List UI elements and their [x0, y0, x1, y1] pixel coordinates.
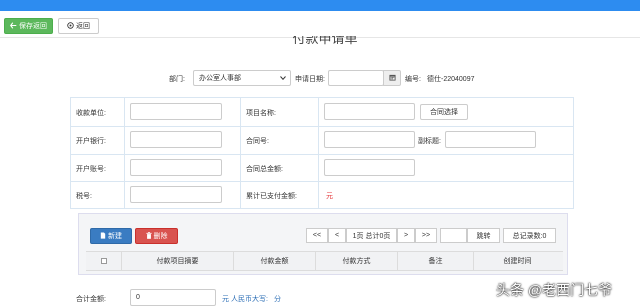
- paid-total-value: 元: [326, 193, 333, 200]
- grid-header-row: 付款项目摘要 付款金额 付款方式 备注 创建时间: [86, 251, 563, 271]
- project-label: 项目名称:: [246, 110, 276, 117]
- rmb-value: 分: [274, 296, 281, 303]
- column-header: 付款项目摘要: [122, 252, 234, 270]
- contract-no-label: 合同号:: [246, 138, 269, 145]
- circle-back-icon: [67, 21, 74, 31]
- pager-first-button[interactable]: <<: [306, 228, 328, 243]
- paid-total-label: 累计已支付金额:: [246, 193, 297, 200]
- pager-info: 1页 总计0页: [346, 228, 397, 243]
- dept-select-value: 办公室人事部: [199, 75, 241, 82]
- column-header: 付款方式: [316, 252, 398, 270]
- account-label: 开户账号:: [76, 166, 106, 173]
- tax-label: 税号:: [76, 193, 92, 200]
- dept-select[interactable]: 办公室人事部: [193, 70, 291, 86]
- column-header: 创建时间: [503, 258, 532, 265]
- calendar-icon: [388, 74, 396, 83]
- pager-jump-input[interactable]: [440, 228, 467, 243]
- pager-prev-button[interactable]: <: [328, 228, 346, 243]
- col-divider: [124, 97, 125, 209]
- trash-icon: [145, 231, 152, 241]
- checkbox-icon: [100, 258, 107, 264]
- new-label: 新建: [108, 233, 122, 240]
- delete-label: 删除: [153, 233, 168, 240]
- return-label: 返回: [76, 23, 90, 30]
- contract-select-label: 合同选择: [430, 109, 458, 116]
- pager-last-button[interactable]: >>: [415, 228, 437, 243]
- total-input[interactable]: 0: [130, 289, 216, 306]
- rmb-label: 元 人民币大写:: [222, 296, 268, 303]
- account-input[interactable]: [130, 159, 222, 176]
- dept-label: 部门:: [169, 76, 185, 83]
- total-label: 合计金额:: [76, 296, 106, 303]
- save-return-button[interactable]: 保存返回: [4, 18, 53, 34]
- contract-no-input[interactable]: [324, 131, 415, 148]
- page-title: 付款申请单: [292, 36, 358, 46]
- column-header: 备注: [398, 252, 474, 270]
- bank-input[interactable]: [130, 131, 222, 148]
- pager-jump-button[interactable]: 跳转: [467, 228, 500, 243]
- row-divider: [70, 181, 574, 182]
- chevron-down-icon: [280, 75, 286, 82]
- date-label: 申请日期:: [295, 76, 325, 83]
- contract-select-button[interactable]: 合同选择: [420, 104, 468, 120]
- contract-total-input[interactable]: [324, 159, 415, 176]
- save-return-label: 保存返回: [19, 23, 47, 30]
- return-button[interactable]: 返回: [58, 18, 99, 34]
- new-button[interactable]: 新建: [90, 228, 132, 244]
- file-icon: [100, 231, 106, 241]
- subtitle-label: 副标题:: [418, 138, 441, 145]
- code-value: 德仕-22040097: [427, 76, 475, 83]
- payee-input[interactable]: [130, 103, 222, 120]
- pager-record-count: 总记录数:0: [503, 228, 556, 243]
- top-bar: [0, 0, 640, 11]
- bank-label: 开户银行:: [76, 138, 106, 145]
- code-label: 编号:: [405, 76, 421, 83]
- date-input[interactable]: [328, 70, 384, 86]
- contract-total-label: 合同总金额:: [246, 166, 283, 173]
- pager-next-button[interactable]: >: [397, 228, 415, 243]
- calendar-button[interactable]: [383, 70, 401, 86]
- row-divider: [70, 154, 574, 155]
- row-divider: [70, 126, 574, 127]
- column-header: 付款金额: [234, 252, 316, 270]
- watermark: 头条 @老西门七爷: [496, 282, 613, 298]
- col-divider: [318, 97, 319, 209]
- arrow-left-icon: [10, 21, 17, 31]
- col-divider: [240, 97, 241, 209]
- payee-label: 收款单位:: [76, 110, 106, 117]
- project-input[interactable]: [324, 103, 415, 120]
- subtitle-input[interactable]: [445, 131, 536, 148]
- tax-input[interactable]: [130, 186, 222, 203]
- delete-button[interactable]: 删除: [135, 228, 178, 244]
- grid-select-all[interactable]: [86, 252, 122, 270]
